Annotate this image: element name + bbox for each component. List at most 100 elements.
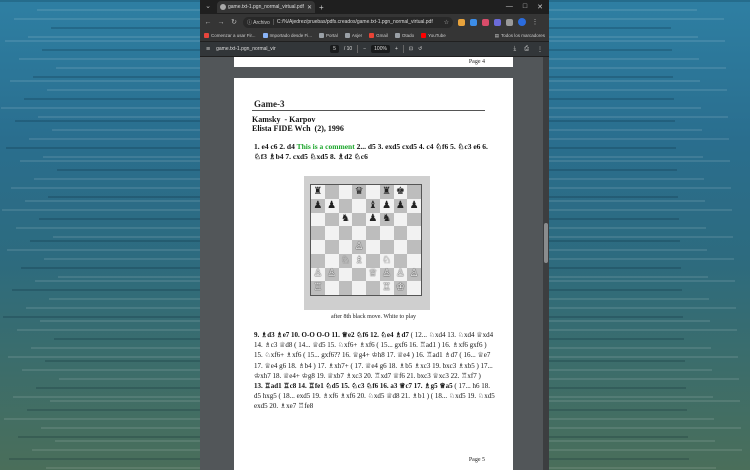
previous-page-label: Page 4 <box>468 59 485 65</box>
extension-icon[interactable] <box>482 18 489 26</box>
browser-toolbar: ← → ↻ ⓘ Archivo C:/%/Ajedrez/pruebas/pdf… <box>200 14 549 30</box>
white-piece-icon: ♘ <box>382 254 392 266</box>
bookmark-item[interactable]: Otado <box>394 33 415 38</box>
bookmark-item[interactable]: Comenzar a usar Fir... <box>204 33 256 38</box>
white-piece-icon: ♙ <box>382 268 392 280</box>
board-square: ♜ <box>379 185 394 199</box>
bookmark-item[interactable]: YouTube <box>421 33 446 38</box>
tab-search-icon[interactable]: ⌄ <box>203 2 213 12</box>
bookmark-label: Comenzar a usar Fir... <box>211 33 256 38</box>
divider <box>402 45 404 53</box>
white-piece-icon: ♘ <box>340 254 350 266</box>
black-piece-icon: ♞ <box>382 213 392 225</box>
board-square <box>407 253 421 268</box>
download-icon[interactable]: ⤓ <box>514 46 517 53</box>
board-square: ♙ <box>407 267 421 282</box>
profile-avatar[interactable] <box>518 18 526 26</box>
extension-icon[interactable] <box>470 18 477 26</box>
board-square: ♜ <box>311 185 325 199</box>
bookmark-label: Otado <box>401 33 415 38</box>
zoom-in-button[interactable]: + <box>395 46 398 52</box>
black-piece-icon: ♟ <box>313 199 323 211</box>
bookmark-item[interactable]: Portal <box>319 33 338 38</box>
address-bar[interactable]: ⓘ Archivo C:/%/Ajedrez/pruebas/pdfs.crea… <box>243 16 453 28</box>
chess-board: ♜ ♛ ♜ ♚ ♟ ♟ ♝ ♟ ♟ ♟ ♞ ♟ ♞ ♙ ♘ ♗ ♘ ♙ ♙ ♕ ♙ ♙ ♙ ♖ ♖ ♔ <box>310 184 422 296</box>
maximize-button[interactable]: □ <box>523 3 527 11</box>
bookmark-item[interactable]: Asjer <box>344 33 363 38</box>
bookmark-star-icon[interactable]: ☆ <box>444 19 449 26</box>
board-square <box>366 185 380 199</box>
all-bookmarks-folder[interactable]: ▤ Todos los marcadores <box>495 33 545 39</box>
extension-icon[interactable] <box>458 18 465 26</box>
file-chip[interactable]: ⓘ Archivo <box>247 19 270 26</box>
sidebar-menu-icon[interactable]: ≡ <box>206 46 210 53</box>
tab-pdf[interactable]: game.txt-1.pgn_normal_virtual.pdf ✕ <box>217 1 315 13</box>
board-square <box>393 253 408 268</box>
extension-icon[interactable] <box>494 18 501 26</box>
board-square <box>407 240 421 254</box>
bookmark-favicon-icon <box>344 33 350 38</box>
black-piece-icon: ♟ <box>368 213 378 225</box>
url-text[interactable]: C:/%/Ajedrez/pruebas/pdfs.creados/game.t… <box>277 19 441 25</box>
reload-button[interactable]: ↻ <box>230 18 238 26</box>
game-info: Kamsky - Karpov Elista FIDE Wch (2), 199… <box>252 115 344 133</box>
board-square <box>366 281 380 295</box>
board-square <box>311 212 325 227</box>
main-line: 13. ♖ad1 ♖c8 14. ♖fe1 ♘d5 15. ♘c3 ♘f6 16… <box>254 382 453 391</box>
board-square: ♖ <box>311 281 325 295</box>
board-square: ♝ <box>366 198 380 213</box>
back-button[interactable]: ← <box>204 19 212 26</box>
bookmark-item[interactable]: Gmail <box>369 33 388 38</box>
zoom-out-button[interactable]: − <box>363 46 366 52</box>
bookmark-label: Gmail <box>376 33 388 38</box>
black-piece-icon: ♜ <box>382 185 392 197</box>
board-square: ♞ <box>379 212 394 227</box>
page-number-input[interactable]: 5 <box>330 45 339 53</box>
divider <box>357 45 359 53</box>
board-square: ♙ <box>379 267 394 282</box>
pdf-title: game.txt-1.pgn_normal_virtual.pdf <box>216 46 276 52</box>
board-square: ♚ <box>393 185 408 199</box>
scrollbar-thumb[interactable] <box>544 223 548 263</box>
board-square <box>407 226 421 240</box>
bookmark-item[interactable]: Importado desde Fi... <box>262 33 312 38</box>
new-tab-button[interactable]: + <box>319 3 324 12</box>
pdf-page: Game-3 Kamsky - Karpov Elista FIDE Wch (… <box>234 78 513 470</box>
pdf-viewer[interactable]: Page 4 Game-3 Kamsky - Karpov Elista FID… <box>200 57 549 470</box>
pdf-page-controls: 5 / 10 − 100% + ⊡ ↺ <box>330 45 422 53</box>
board-square <box>338 281 353 295</box>
board-square <box>324 226 339 240</box>
board-square: ♘ <box>338 253 353 268</box>
chess-diagram: ♜ ♛ ♜ ♚ ♟ ♟ ♝ ♟ ♟ ♟ ♞ ♟ ♞ ♙ ♘ ♗ ♘ ♙ ♙ ♕ ♙ ♙ ♙ ♖ ♖ ♔ <box>304 176 430 310</box>
window-controls: — □ ✕ <box>506 3 549 11</box>
board-square <box>352 281 366 295</box>
board-square: ♟ <box>379 198 394 213</box>
scrollbar[interactable] <box>543 57 549 470</box>
fit-page-icon[interactable]: ⊡ <box>409 46 413 52</box>
bookmark-label: Portal <box>326 33 338 38</box>
close-icon[interactable]: ✕ <box>307 4 312 11</box>
board-square: ♔ <box>393 281 408 295</box>
white-piece-icon: ♕ <box>368 268 378 280</box>
rotate-icon[interactable]: ↺ <box>418 46 422 52</box>
bookmark-label: Asjer <box>351 33 363 38</box>
white-piece-icon: ♙ <box>409 268 419 280</box>
bookmark-favicon-icon <box>204 33 209 38</box>
board-square <box>407 185 421 199</box>
white-piece-icon: ♖ <box>313 282 323 294</box>
page-number-label: Page 5 <box>468 457 485 463</box>
white-piece-icon: ♙ <box>313 268 323 280</box>
board-square <box>311 226 325 240</box>
white-piece-icon: ♖ <box>382 282 392 294</box>
zoom-input[interactable]: 100% <box>371 45 390 53</box>
minimize-button[interactable]: — <box>506 3 513 11</box>
print-icon[interactable]: ⎙ <box>524 46 529 53</box>
menu-icon[interactable]: ⋮ <box>531 18 539 26</box>
forward-button[interactable]: → <box>217 19 225 26</box>
board-square: ♟ <box>311 198 325 213</box>
close-window-button[interactable]: ✕ <box>537 3 543 11</box>
more-options-icon[interactable]: ⋮ <box>537 46 543 53</box>
board-square <box>338 185 353 199</box>
extensions-puzzle-icon[interactable] <box>506 18 513 26</box>
black-piece-icon: ♟ <box>382 199 392 211</box>
